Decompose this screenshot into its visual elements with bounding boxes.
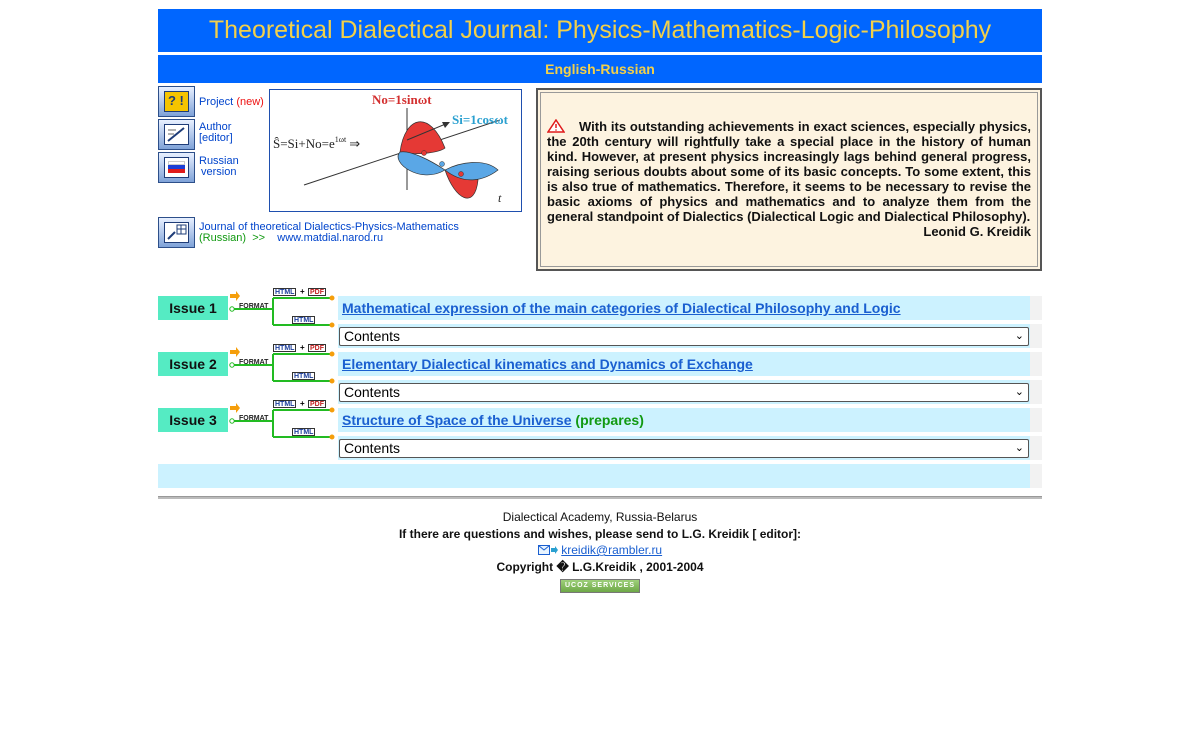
author-link[interactable]: Author [editor] (199, 122, 233, 144)
chevron-down-icon: ⌄ (1014, 386, 1024, 398)
eq-main: Ŝ=Si+No=e1ωt ⇒ (273, 135, 360, 151)
svg-text:FORMAT: FORMAT (239, 303, 269, 310)
html-tag: HTML (292, 316, 316, 324)
author-button[interactable] (158, 119, 195, 150)
html-tag: HTML (273, 288, 297, 296)
contact-text: If there are questions and wishes, pleas… (398, 527, 802, 541)
issues-section: Issue 1 FORMAT HTML + PDF HTML Mathemati… (158, 287, 1042, 488)
issue-row: Issue 3 FORMAT HTML + PDF HTML Structure… (158, 399, 1042, 460)
quote-text: With its outstanding achievements in exa… (547, 119, 1031, 224)
empty-bar (158, 464, 1030, 488)
top-section: ? ! Project (new) Author [editor] Russian… (158, 86, 1042, 278)
format-diagram: FORMAT HTML + PDF HTML (228, 399, 338, 454)
contents-row: Contents ⌄ (338, 380, 1030, 404)
issue-label: Issue 2 (158, 352, 228, 376)
russian-version-button[interactable] (158, 152, 195, 183)
format-arrow-icon (230, 291, 240, 301)
issue-title-bar: Elementary Dialectical kinematics and Dy… (338, 352, 1030, 376)
graph-point (458, 171, 464, 177)
ucoz-badge[interactable]: UCOZ SERVICES (560, 579, 640, 593)
right-strip (1030, 464, 1042, 488)
russian-version-link[interactable]: Russian version (199, 156, 239, 178)
chevron-down-icon: ⌄ (1014, 330, 1024, 342)
contents-select[interactable]: Contents ⌄ (339, 327, 1029, 346)
journal-button[interactable] (158, 217, 195, 248)
language-bar: English-Russian (158, 55, 1042, 83)
email-link[interactable]: kreidik@rambler.ru (561, 543, 662, 557)
question-exclamation-icon: ? ! (164, 91, 189, 112)
issue-row: Issue 1 FORMAT HTML + PDF HTML Mathemati… (158, 287, 1042, 348)
pdf-tag: PDF (308, 344, 326, 352)
graph-point (421, 150, 427, 156)
issue-row: Issue 2 FORMAT HTML + PDF HTML Elementar… (158, 343, 1042, 404)
quote-inner: With its outstanding achievements in exa… (540, 92, 1038, 267)
email-line: kreidik@rambler.ru (158, 543, 1042, 557)
issue-title-link[interactable]: Structure of Space of the Universe (342, 412, 572, 428)
format-diagram: FORMAT HTML + PDF HTML (228, 287, 338, 342)
issue-label: Issue 3 (158, 408, 228, 432)
html-tag: HTML (292, 428, 316, 436)
format-arrow-icon (230, 403, 240, 413)
contents-row: Contents ⌄ (338, 324, 1030, 348)
contents-select[interactable]: Contents ⌄ (339, 383, 1029, 402)
format-arrow-icon (230, 347, 240, 357)
warning-icon (547, 119, 565, 133)
edit-pen-icon (164, 124, 189, 145)
issue-note: (prepares) (575, 412, 644, 428)
html-tag: HTML (292, 372, 316, 380)
eq-si: Si=1cosωt (452, 112, 509, 127)
page-wrapper: Theoretical Dialectical Journal: Physics… (158, 9, 1042, 593)
project-link[interactable]: Project (new) (199, 97, 264, 108)
right-strip (1030, 436, 1042, 460)
issue-label: Issue 1 (158, 296, 228, 320)
academy-text: Dialectical Academy, Russia-Belarus (502, 510, 698, 524)
quote-box: With its outstanding achievements in exa… (536, 88, 1042, 271)
issue-title-link[interactable]: Elementary Dialectical kinematics and Dy… (342, 356, 753, 372)
right-strip (1030, 352, 1042, 376)
right-strip (1030, 408, 1042, 432)
footer: Dialectical Academy, Russia-Belarus If t… (158, 496, 1042, 593)
rotation-illustration: No=1sinωt Si=1cosωt Ŝ=Si+No=e1ωt ⇒ t (269, 89, 522, 212)
svg-text:FORMAT: FORMAT (239, 359, 269, 366)
html-tag: HTML (273, 344, 297, 352)
page-title: Theoretical Dialectical Journal: Physics… (158, 9, 1042, 52)
html-tag: HTML (273, 400, 297, 408)
mail-icon (537, 545, 558, 555)
issue-title-link[interactable]: Mathematical expression of the main cate… (342, 300, 901, 316)
copyright-text: Copyright � L.G.Kreidik , 2001-2004 (496, 560, 704, 574)
right-strip (1030, 380, 1042, 404)
chevron-down-icon: ⌄ (1014, 442, 1024, 454)
issue-title-bar: Mathematical expression of the main cate… (338, 296, 1030, 320)
pdf-tag: PDF (308, 288, 326, 296)
russian-flag-icon (164, 157, 189, 178)
journal-link[interactable]: Journal of theoretical Dialectics-Physic… (199, 222, 459, 244)
sine-cosine-graph: No=1sinωt Si=1cosωt Ŝ=Si+No=e1ωt ⇒ t (273, 92, 509, 205)
right-strip (1030, 324, 1042, 348)
footer-divider (158, 496, 1042, 499)
pdf-tag: PDF (308, 400, 326, 408)
format-diagram: FORMAT HTML + PDF HTML (228, 343, 338, 398)
project-button[interactable]: ? ! (158, 86, 195, 117)
svg-text:FORMAT: FORMAT (239, 415, 269, 422)
eq-no: No=1sinωt (372, 92, 432, 107)
axis-t-label: t (498, 191, 502, 205)
right-strip (1030, 296, 1042, 320)
contents-select[interactable]: Contents ⌄ (339, 439, 1029, 458)
journal-grid-icon (164, 222, 189, 243)
graph-point (439, 161, 445, 167)
contents-row: Contents ⌄ (338, 436, 1030, 460)
quote-author: Leonid G. Kreidik (923, 224, 1031, 239)
issue-title-bar: Structure of Space of the Universe (prep… (338, 408, 1030, 432)
